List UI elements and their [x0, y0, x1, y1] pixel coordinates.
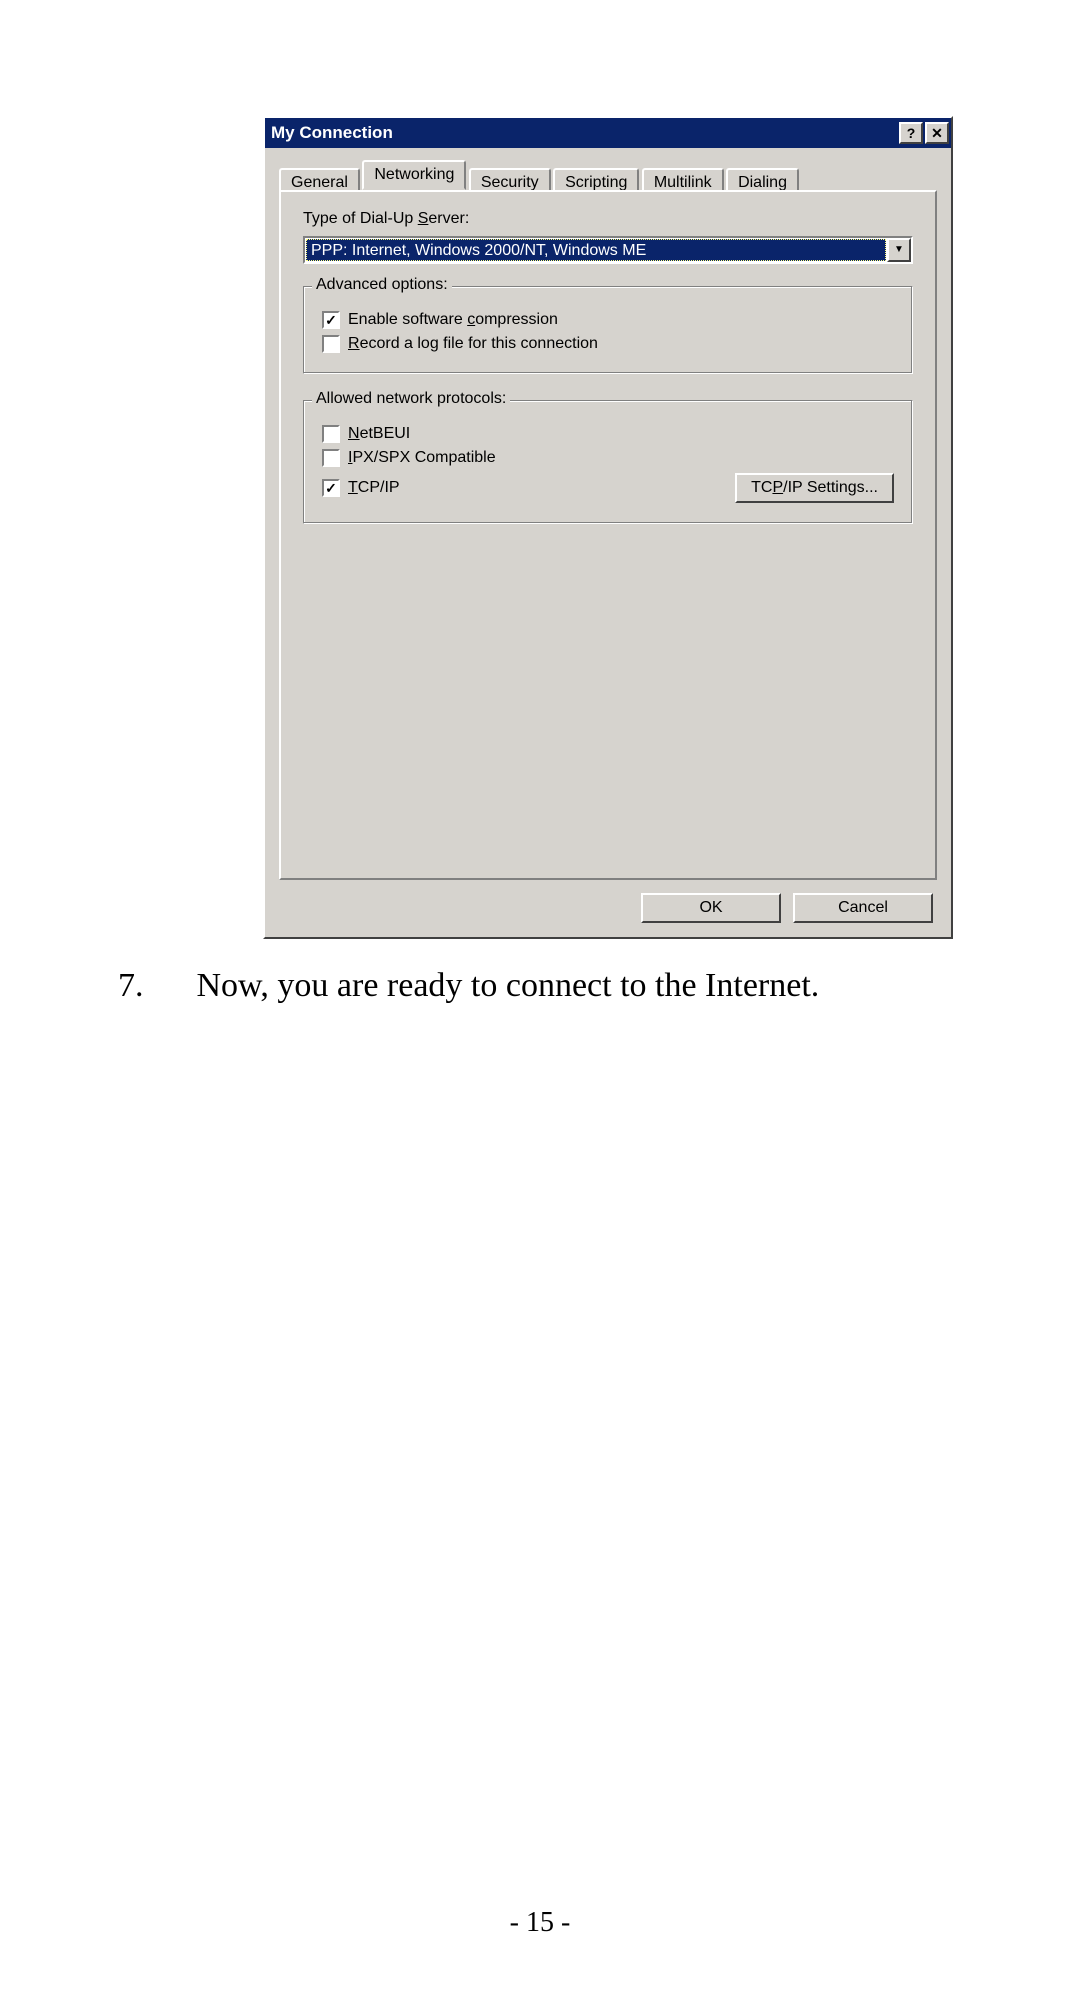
checkbox-tcpip[interactable]: ✓: [322, 479, 340, 497]
server-type-label: Type of Dial-Up Server:: [303, 210, 913, 228]
instruction-step: 7. Now, you are ready to connect to the …: [118, 967, 948, 1005]
allowed-protocols-group: Allowed network protocols: NetBEUI IPX/S…: [303, 400, 913, 524]
server-type-combobox[interactable]: PPP: Internet, Windows 2000/NT, Windows …: [303, 236, 913, 264]
help-button[interactable]: ?: [899, 122, 923, 144]
allowed-protocols-legend: Allowed network protocols:: [312, 390, 510, 408]
tcpip-settings-button[interactable]: TCP/IP Settings...: [735, 473, 894, 503]
record-log-label: Record a log file for this connection: [348, 335, 598, 353]
step-number: 7.: [118, 967, 188, 1005]
checkbox-ipxspx[interactable]: [322, 449, 340, 467]
cancel-button[interactable]: Cancel: [793, 893, 933, 923]
tab-networking[interactable]: Networking: [362, 160, 466, 190]
chevron-down-icon[interactable]: ▼: [887, 238, 911, 262]
step-text: Now, you are ready to connect to the Int…: [197, 967, 820, 1004]
titlebar[interactable]: My Connection ? ✕: [265, 118, 951, 148]
checkbox-record-log[interactable]: [322, 335, 340, 353]
page-number: - 15 -: [0, 1907, 1080, 1939]
ipxspx-label: IPX/SPX Compatible: [348, 449, 496, 467]
dialog-button-row: OK Cancel: [641, 893, 933, 923]
software-compression-label: Enable software compression: [348, 311, 558, 329]
ok-button[interactable]: OK: [641, 893, 781, 923]
tcpip-label: TCP/IP: [348, 479, 400, 497]
window-title: My Connection: [271, 123, 897, 143]
connection-properties-dialog: My Connection ? ✕ General Networking Sec…: [263, 116, 953, 939]
close-button[interactable]: ✕: [925, 122, 949, 144]
checkbox-software-compression[interactable]: ✓: [322, 311, 340, 329]
server-type-value: PPP: Internet, Windows 2000/NT, Windows …: [306, 239, 886, 261]
checkbox-netbeui[interactable]: [322, 425, 340, 443]
networking-tab-page: Type of Dial-Up Server: PPP: Internet, W…: [279, 190, 937, 880]
advanced-options-legend: Advanced options:: [312, 276, 452, 294]
netbeui-label: NetBEUI: [348, 425, 410, 443]
tabstrip: General Networking Security Scripting Mu…: [279, 160, 937, 190]
advanced-options-group: Advanced options: ✓ Enable software comp…: [303, 286, 913, 374]
